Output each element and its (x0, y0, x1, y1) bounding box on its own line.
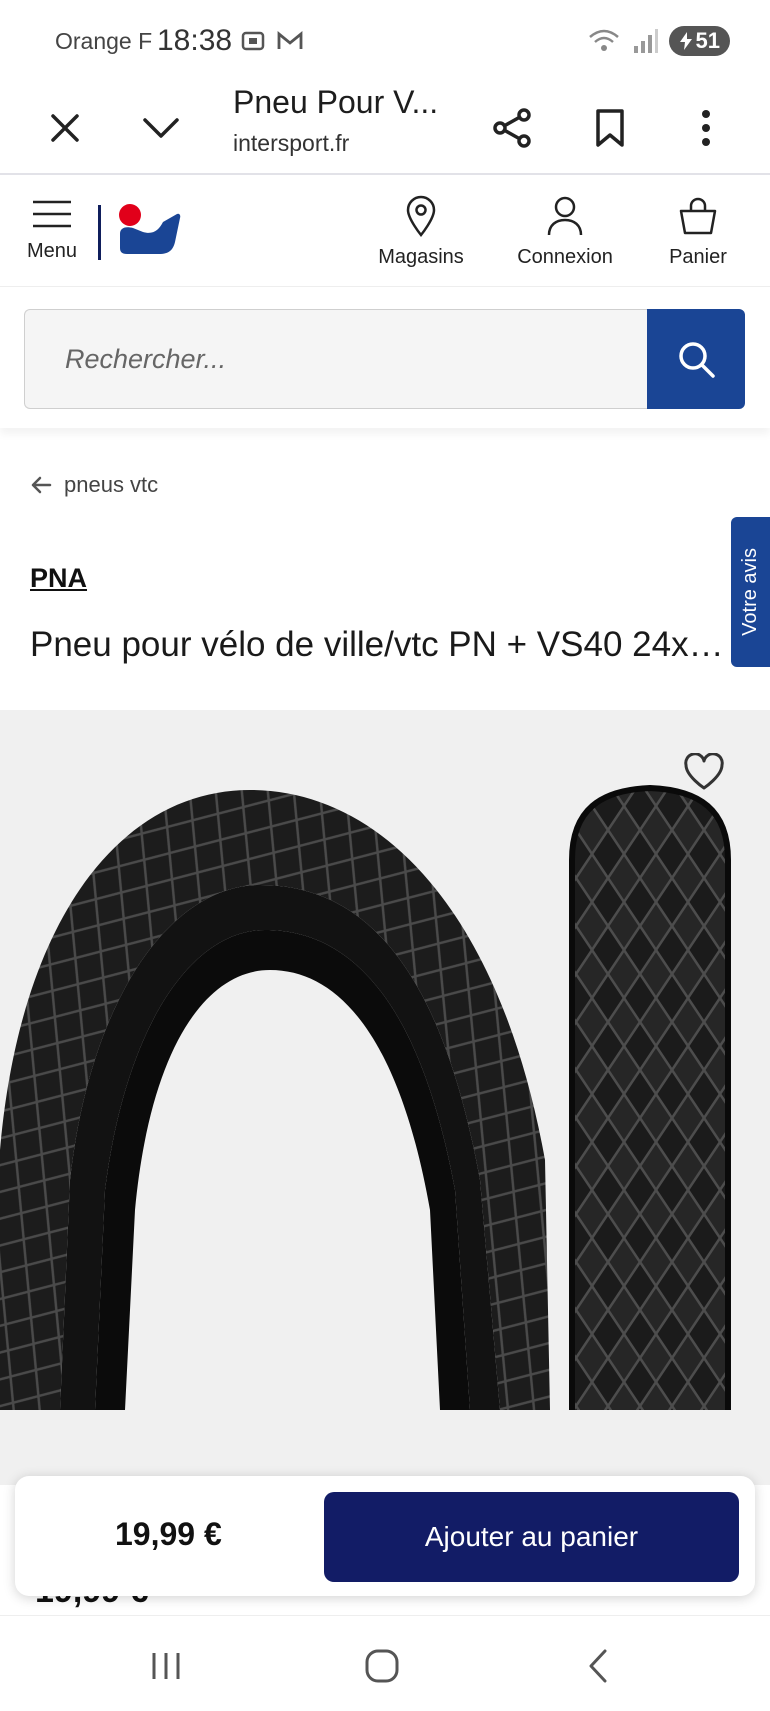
battery-indicator: 51 (668, 26, 730, 56)
more-icon (702, 110, 710, 146)
screenshot-icon (241, 31, 265, 51)
share-icon (493, 108, 531, 148)
browser-toolbar: Pneu Pour V... intersport.fr (0, 80, 770, 175)
bookmark-icon (596, 109, 624, 147)
close-icon (51, 114, 79, 142)
location-pin-icon (406, 195, 436, 237)
system-icons: 51 (587, 26, 730, 56)
close-tab-button[interactable] (35, 98, 95, 158)
search-area (0, 288, 770, 428)
logo-divider (98, 205, 101, 260)
gmail-icon (277, 31, 303, 49)
feedback-tab[interactable]: Votre avis (731, 517, 770, 667)
share-button[interactable] (483, 98, 543, 158)
carrier-label: Orange F (55, 28, 153, 54)
site-header: Menu Magasins Connexion Panier (0, 177, 770, 287)
menu-label: Menu (26, 240, 78, 262)
search-button[interactable] (647, 309, 745, 409)
page-url: intersport.fr (233, 130, 350, 156)
breadcrumb[interactable]: pneus vtc (30, 472, 158, 498)
back-icon (589, 1649, 607, 1683)
menu-icon (33, 200, 71, 228)
page-title: Pneu Pour V... (233, 84, 439, 120)
chevron-down-icon (143, 118, 179, 138)
menu-button[interactable]: Menu (22, 199, 82, 263)
charging-icon (679, 32, 692, 50)
signal-icon (633, 29, 658, 53)
home-button[interactable] (352, 1644, 412, 1688)
wishlist-button[interactable] (680, 748, 728, 796)
breadcrumb-label: pneus vtc (64, 472, 159, 497)
search-icon (679, 342, 715, 378)
user-icon (547, 196, 583, 236)
clock: 18:38 (157, 24, 233, 57)
product-title: Pneu pour vélo de ville/vtc PN + VS40 24… (30, 625, 735, 664)
system-navigation-bar (0, 1615, 770, 1711)
bookmark-button[interactable] (580, 98, 640, 158)
basket-icon (679, 197, 717, 235)
back-button[interactable] (568, 1644, 628, 1688)
minimize-button[interactable] (131, 98, 191, 158)
home-icon (365, 1649, 399, 1683)
notification-icons (240, 28, 304, 54)
recents-button[interactable] (136, 1644, 196, 1688)
cart-link[interactable]: Panier (663, 195, 733, 269)
search-input[interactable] (24, 309, 648, 409)
wifi-icon (588, 29, 619, 51)
intersport-logo[interactable] (115, 202, 183, 265)
tire-illustration (0, 784, 731, 1410)
recents-icon (152, 1653, 180, 1679)
stores-label: Magasins (378, 246, 464, 268)
more-options-button[interactable] (676, 98, 736, 158)
status-bar: Orange F 18:38 51 (0, 0, 770, 80)
stores-link[interactable]: Magasins (371, 195, 471, 269)
arrow-left-icon (31, 476, 52, 494)
login-link[interactable]: Connexion (510, 195, 620, 269)
cart-label: Panier (669, 246, 727, 268)
feedback-label: Votre avis (739, 548, 761, 636)
add-to-cart-button[interactable]: Ajouter au panier (324, 1492, 739, 1582)
product-image[interactable] (0, 710, 770, 1485)
brand-link[interactable]: PNA (30, 563, 87, 594)
cart-bar-price: 19,99 € (115, 1516, 222, 1552)
login-label: Connexion (517, 246, 613, 268)
heart-icon (684, 753, 724, 790)
battery-level: 51 (695, 28, 720, 53)
sticky-cart-bar: 19,99 € Ajouter au panier (15, 1476, 755, 1596)
